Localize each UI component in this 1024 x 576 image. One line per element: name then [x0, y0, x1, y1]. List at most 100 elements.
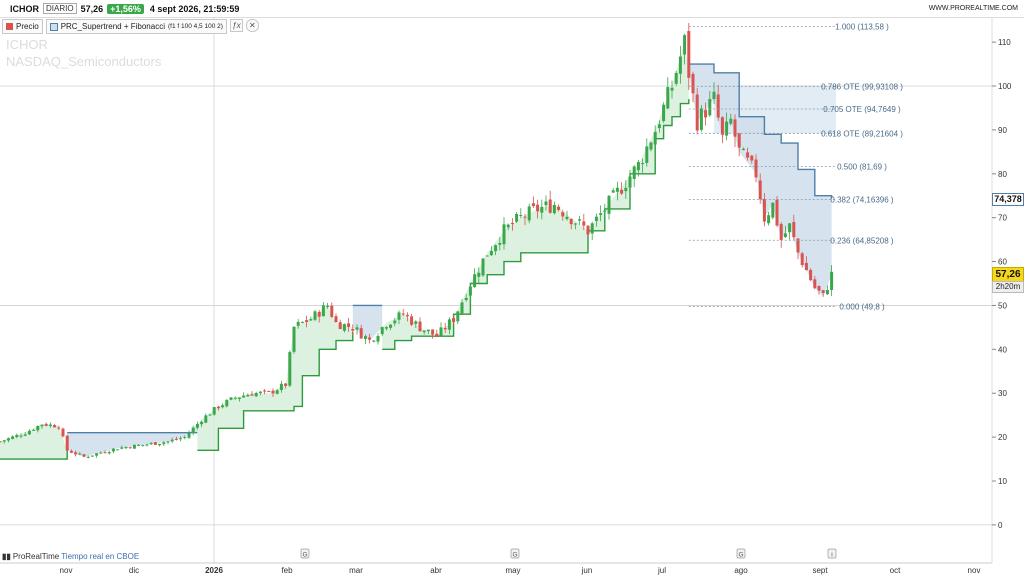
candle-up — [494, 245, 498, 252]
candle-up — [166, 441, 170, 443]
candle-down — [103, 452, 107, 454]
candle-up — [607, 195, 611, 214]
candle-up — [468, 286, 472, 296]
indicator-name: PRC_Supertrend + Fibonacci — [60, 22, 165, 31]
candle-up — [767, 215, 771, 224]
candle-up — [179, 438, 183, 440]
candle-down — [804, 262, 808, 271]
candle-down — [687, 31, 691, 78]
candle-up — [393, 320, 397, 324]
candle-down — [82, 454, 86, 457]
candle-down — [582, 221, 586, 226]
candle-down — [44, 423, 48, 426]
candle-down — [57, 427, 61, 429]
candle-up — [426, 329, 430, 332]
candle-up — [771, 202, 775, 218]
last-price: 57,26 — [80, 3, 104, 14]
candle-up — [212, 407, 216, 415]
candle-up — [645, 146, 649, 163]
candle-up — [481, 258, 485, 276]
x-tick-label: abr — [430, 566, 442, 575]
candle-up — [439, 327, 443, 336]
candle-down — [746, 152, 750, 158]
candle-down — [775, 199, 779, 226]
candle-down — [351, 329, 355, 331]
x-tick-label: nov — [968, 566, 981, 575]
candle-down — [817, 286, 821, 291]
ticker-symbol[interactable]: ICHOR — [10, 4, 39, 14]
fib-level-label: 0.618 OTE (89,21604 ) — [821, 129, 903, 138]
indicator-legend-item[interactable]: PRC_Supertrend + Fibonacci (f1 f 100 4,5… — [45, 19, 227, 34]
candle-up — [48, 424, 52, 426]
candle-up — [712, 91, 716, 100]
candle-down — [330, 305, 334, 317]
candle-up — [699, 108, 703, 130]
countdown-label: 2h20m — [992, 281, 1024, 293]
candle-up — [296, 322, 300, 326]
candle-down — [733, 119, 737, 137]
candle-down — [153, 442, 157, 445]
candle-up — [11, 436, 15, 439]
candle-up — [590, 223, 594, 234]
candle-up — [611, 190, 615, 193]
candle-down — [557, 206, 561, 210]
candle-up — [552, 204, 556, 214]
candle-up — [111, 448, 115, 452]
candle-up — [326, 305, 330, 307]
candle-down — [74, 452, 78, 455]
candle-up — [578, 219, 582, 221]
candle-down — [510, 222, 514, 225]
period-selector[interactable]: DIARIO — [43, 3, 77, 14]
x-tick-label: jul — [657, 566, 666, 575]
candle-down — [561, 212, 565, 217]
candle-up — [678, 56, 682, 74]
candle-down — [338, 322, 342, 330]
x-tick-label: sept — [812, 566, 828, 575]
candle-up — [90, 455, 94, 457]
y-tick-label: 50 — [998, 301, 1007, 310]
candle-up — [78, 453, 82, 455]
candle-up — [342, 324, 346, 331]
prorealtime-logo-icon: ▮▮ — [2, 552, 11, 561]
candle-down — [431, 329, 435, 335]
candle-up — [86, 456, 90, 458]
candle-up — [187, 432, 191, 438]
candle-up — [632, 166, 636, 179]
realtime-note[interactable]: Tiempo real en CBOE — [61, 552, 139, 561]
fx-icon[interactable]: ƒx — [229, 19, 243, 32]
brand-name: ProRealTime — [12, 552, 60, 561]
candle-up — [830, 271, 834, 290]
y-tick-label: 70 — [998, 214, 1007, 223]
event-marker-label: G — [512, 552, 517, 559]
candle-up — [254, 392, 258, 397]
candle-up — [27, 430, 31, 435]
candle-down — [317, 311, 321, 317]
candle-down — [443, 327, 447, 330]
candle-up — [498, 242, 502, 245]
candle-up — [309, 319, 313, 321]
candle-down — [250, 394, 254, 396]
candle-up — [708, 99, 712, 116]
y-tick-label: 90 — [998, 126, 1007, 135]
close-icon[interactable]: ✕ — [245, 19, 259, 32]
candle-down — [334, 316, 338, 323]
candle-up — [2, 440, 6, 442]
price-legend-item[interactable]: Precio — [2, 19, 43, 34]
candle-up — [158, 443, 162, 446]
change-badge: +1,56% — [107, 3, 144, 14]
x-axis: nov dic 2026 feb mar abr may jun jul ago sept oct no… — [0, 562, 992, 575]
candle-up — [653, 131, 657, 145]
price-chart[interactable]: 0 10 20 30 40 50 60 70 80 90 100 110 nov dic 2026 feb m… — [0, 0, 1024, 576]
x-tick-label: mar — [349, 566, 363, 575]
website-link[interactable]: WWW.PROREALTIME.COM — [929, 5, 1018, 12]
candle-up — [321, 305, 325, 317]
candle-up — [124, 447, 128, 449]
candle-up — [674, 72, 678, 84]
candle-up — [414, 321, 418, 324]
candle-down — [754, 159, 758, 178]
candle-up — [191, 427, 195, 434]
y-tick-label: 60 — [998, 258, 1007, 267]
indicator-swatch-icon — [49, 22, 58, 31]
candle-down — [53, 425, 57, 428]
candle-down — [267, 390, 271, 392]
